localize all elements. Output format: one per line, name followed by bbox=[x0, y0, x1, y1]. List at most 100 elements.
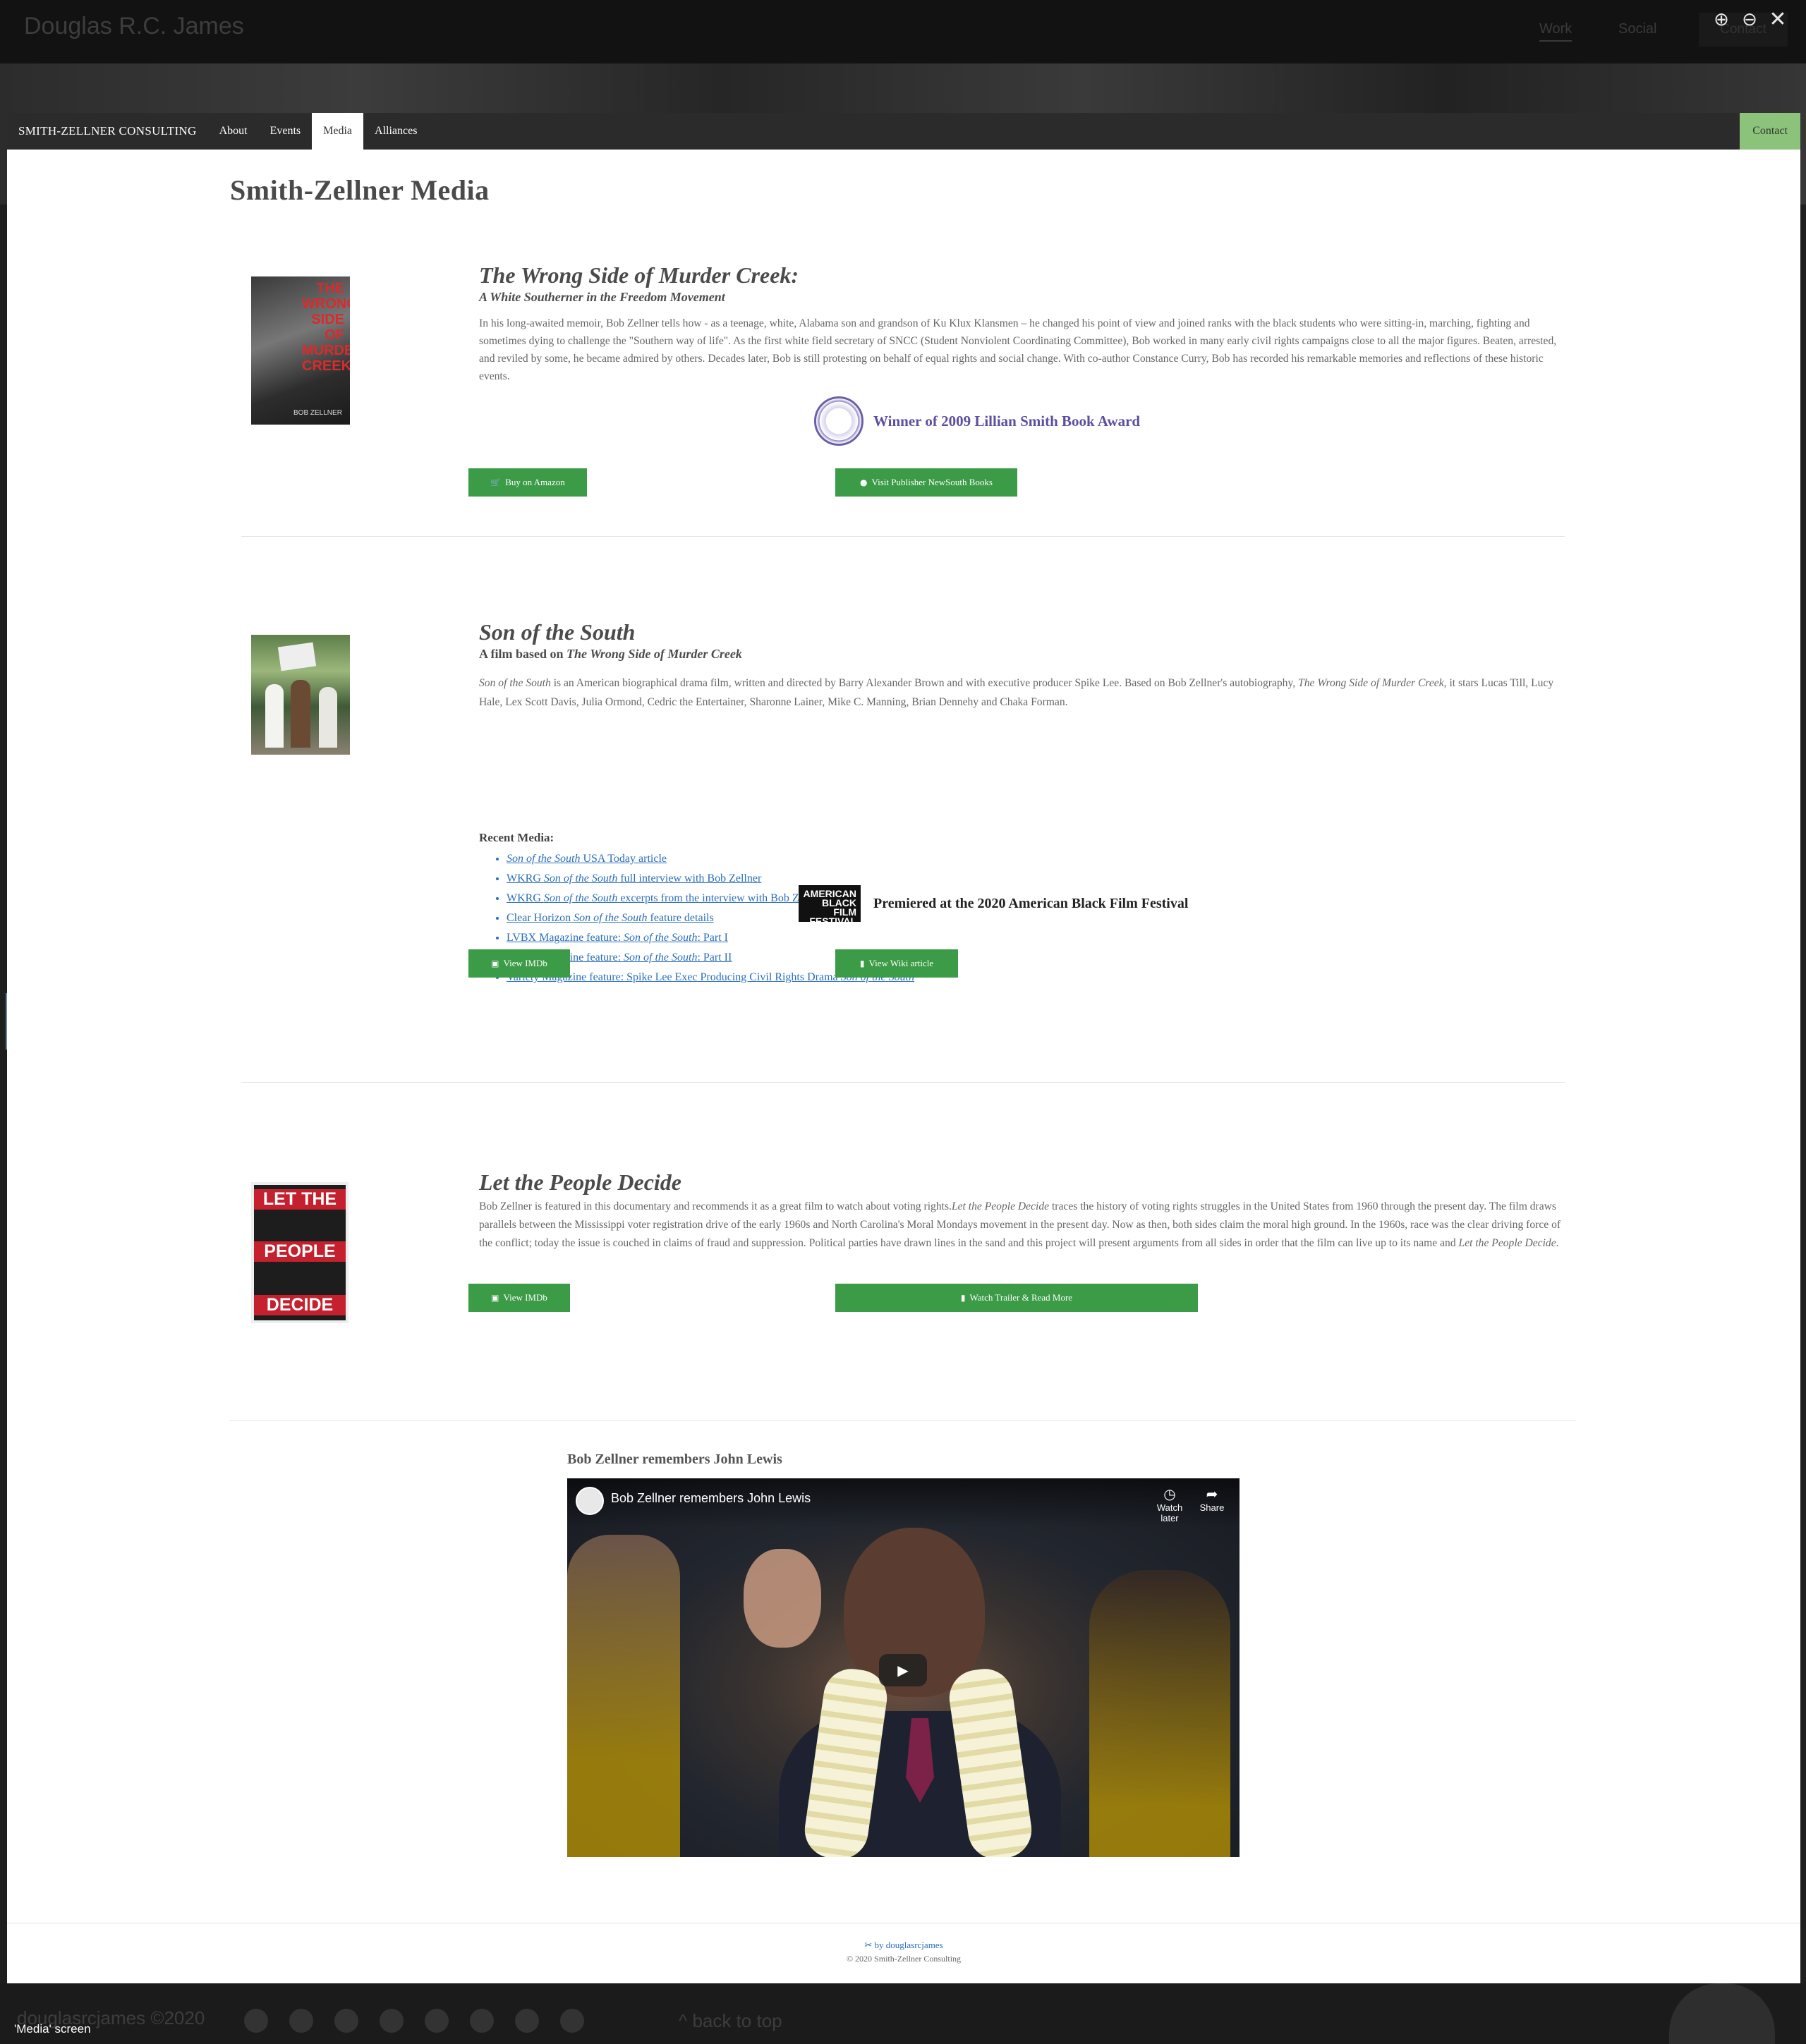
documentary-description: Bob Zellner is featured in this document… bbox=[479, 1198, 1567, 1253]
soundcloud-icon bbox=[560, 2009, 584, 2033]
person-shape bbox=[291, 680, 310, 748]
film-subtitle-prefix: A film based on bbox=[479, 647, 564, 661]
channel-avatar[interactable] bbox=[576, 1487, 604, 1515]
buy-on-amazon-button[interactable]: 🛒 Buy on Amazon bbox=[468, 468, 587, 497]
contact-button[interactable]: Contact bbox=[1740, 113, 1800, 150]
media-link-text: feature details bbox=[647, 912, 714, 924]
github-icon bbox=[334, 2009, 358, 2033]
background-header bbox=[0, 0, 1806, 63]
close-icon[interactable]: ✕ bbox=[1765, 7, 1790, 32]
spotify-icon bbox=[515, 2009, 539, 2033]
media-link-text: excerpts from the interview with Bob Zel… bbox=[617, 892, 825, 904]
background-nav-work: Work bbox=[1539, 21, 1572, 42]
background-social-icons bbox=[244, 2009, 584, 2033]
media-link-title: Son of the South bbox=[543, 892, 618, 904]
visit-publisher-label: Visit Publisher NewSouth Books bbox=[871, 477, 993, 487]
poster-word: DECIDE bbox=[254, 1295, 346, 1315]
film-desc-text: is an American biographical drama film, … bbox=[550, 677, 1299, 689]
watch-trailer-button[interactable]: ▮ Watch Trailer & Read More bbox=[835, 1284, 1198, 1312]
documentary-imdb-label: View IMDb bbox=[503, 1292, 547, 1303]
media-link-text: WKRG bbox=[507, 892, 544, 904]
doc-desc-title: Let the People Decide bbox=[951, 1200, 1050, 1212]
section-divider bbox=[241, 536, 1565, 537]
film-poster-image bbox=[251, 635, 350, 755]
nav-about[interactable]: About bbox=[208, 113, 259, 150]
media-link-title: Son of the South bbox=[624, 951, 698, 963]
video-heading: Bob Zellner remembers John Lewis bbox=[567, 1452, 782, 1467]
doc-desc-text: . bbox=[1556, 1237, 1559, 1249]
back-to-top-label: back to top bbox=[692, 2010, 782, 2031]
footer-credit-label: by douglasrcjames bbox=[874, 1940, 943, 1950]
film-subtitle-book: The Wrong Side of Murder Creek bbox=[566, 647, 742, 661]
nav-events[interactable]: Events bbox=[259, 113, 313, 150]
brand-link[interactable]: SMITH-ZELLNER CONSULTING bbox=[7, 113, 208, 150]
footer-credit[interactable]: ✂ by douglasrcjames bbox=[7, 1940, 1800, 1951]
media-link-title: Son of the South bbox=[624, 932, 698, 944]
film-wiki-label: View Wiki article bbox=[868, 958, 934, 968]
person-shape bbox=[319, 687, 337, 748]
lightbox-caption: 'Media' screen bbox=[14, 2022, 91, 2036]
media-link-text: LVBX Magazine feature: bbox=[507, 932, 624, 944]
award-text: Winner of 2009 Lillian Smith Book Award bbox=[873, 412, 1141, 430]
person-shape bbox=[265, 684, 284, 748]
poster-word: PEOPLE bbox=[254, 1241, 346, 1262]
documentary-imdb-button[interactable]: ▣ View IMDb bbox=[468, 1284, 570, 1312]
doc-desc-title: Let the People Decide bbox=[1458, 1237, 1556, 1249]
cart-icon: 🛒 bbox=[490, 477, 502, 487]
book-icon: ▮ bbox=[960, 1293, 966, 1303]
clock-icon: ◷ bbox=[1163, 1485, 1176, 1502]
top-navbar: SMITH-ZELLNER CONSULTING About Events Me… bbox=[7, 113, 1800, 150]
watch-later-button[interactable]: ◷ Watch later bbox=[1149, 1485, 1191, 1523]
protest-sign-shape bbox=[277, 642, 317, 671]
page-title: Smith-Zellner Media bbox=[230, 174, 490, 206]
film-imdb-button[interactable]: ▣ View IMDb bbox=[468, 949, 570, 978]
twitter-icon bbox=[380, 2009, 404, 2033]
share-icon: ➦ bbox=[1206, 1485, 1218, 1502]
book-subtitle: A White Southerner in the Freedom Moveme… bbox=[479, 290, 725, 304]
footer-copyright: © 2020 Smith-Zellner Consulting bbox=[846, 1954, 962, 1964]
film-description: Son of the South is an American biograph… bbox=[479, 674, 1567, 712]
film-desc-title: Son of the South bbox=[479, 677, 551, 689]
film-desc-book: The Wrong Side of Murder Creek bbox=[1298, 677, 1444, 689]
youtube-video-embed[interactable]: Bob Zellner remembers John Lewis ◷ Watch … bbox=[567, 1478, 1240, 1857]
media-link-text: Clear Horizon bbox=[507, 912, 574, 924]
media-link[interactable]: Son of the South USA Today article bbox=[507, 849, 914, 869]
video-title[interactable]: Bob Zellner remembers John Lewis bbox=[611, 1491, 811, 1506]
book-cover-title: THE WRONG SIDE OF MURDER CREEK bbox=[302, 281, 350, 374]
media-link-title: Son of the South bbox=[543, 872, 618, 884]
documentary-poster-image: LET THE PEOPLE DECIDE bbox=[251, 1182, 349, 1323]
book-cover-author: BOB ZELLNER bbox=[293, 409, 342, 417]
video-bystander-shape bbox=[567, 1535, 680, 1857]
linkedin-icon bbox=[289, 2009, 313, 2033]
media-link-text: WKRG bbox=[507, 872, 544, 884]
abff-logo: AMERICAN BLACK FILM FESTIVAL bbox=[799, 885, 861, 926]
media-link-title: Son of the South bbox=[574, 912, 648, 924]
nav-media[interactable]: Media bbox=[312, 113, 364, 150]
section-divider bbox=[241, 1082, 1565, 1083]
book-title: The Wrong Side of Murder Creek: bbox=[479, 262, 799, 288]
media-link-title: Son of the South bbox=[507, 853, 581, 865]
play-button[interactable]: ▶ bbox=[879, 1654, 927, 1686]
film-title: Son of the South bbox=[479, 619, 636, 645]
tools-icon: ✂ bbox=[864, 1940, 875, 1950]
film-icon: ▣ bbox=[491, 1293, 499, 1303]
share-button[interactable]: ➦ Share bbox=[1191, 1485, 1233, 1513]
poster-word: LET THE bbox=[254, 1189, 346, 1210]
film-imdb-label: View IMDb bbox=[503, 958, 547, 968]
nav-alliances[interactable]: Alliances bbox=[363, 113, 428, 150]
book-cover-image: THE WRONG SIDE OF MURDER CREEK BOB ZELLN… bbox=[251, 276, 350, 425]
facebook-icon bbox=[470, 2009, 494, 2033]
book-description: In his long-awaited memoir, Bob Zellner … bbox=[479, 317, 1557, 382]
film-wiki-button[interactable]: ▮ View Wiki article bbox=[835, 949, 958, 978]
zoom-out-icon[interactable]: ⊖ bbox=[1737, 7, 1762, 32]
zoom-in-icon[interactable]: ⊕ bbox=[1709, 7, 1734, 32]
globe-icon: ● bbox=[860, 477, 868, 487]
media-link[interactable]: LVBX Magazine feature: Son of the South:… bbox=[507, 928, 914, 948]
media-screenshot-panel: SMITH-ZELLNER CONSULTING About Events Me… bbox=[7, 113, 1800, 1983]
award-badge: Winner of 2009 Lillian Smith Book Award bbox=[814, 396, 1140, 446]
video-bystander-shape bbox=[744, 1549, 821, 1648]
festival-badge: AMERICAN BLACK FILM FESTIVAL Premiered a… bbox=[799, 885, 1188, 926]
visit-publisher-button[interactable]: ● Visit Publisher NewSouth Books bbox=[835, 468, 1017, 497]
instagram-icon bbox=[425, 2009, 449, 2033]
film-subtitle: A film based on The Wrong Side of Murder… bbox=[479, 647, 742, 662]
